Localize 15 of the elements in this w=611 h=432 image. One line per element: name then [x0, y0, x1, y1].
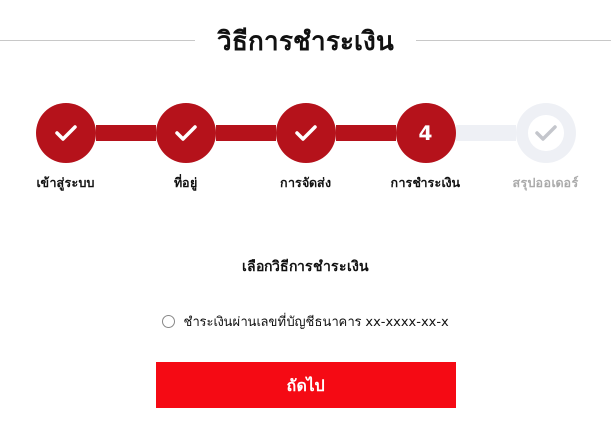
check-icon [54, 125, 76, 141]
section-title: เลือกวิธีการชำระเงิน [242, 258, 369, 277]
check-icon [174, 125, 196, 141]
option-label: ชำระเงินผ่านเลขที่บัญชีธนาคาร xx-xxxx-xx-x [183, 311, 449, 332]
step-label: สรุปออเดอร์ [512, 174, 580, 193]
page-title: วิธีการชำระเงิน [217, 26, 394, 59]
step-label: ที่อยู่ [173, 173, 198, 193]
check-icon [534, 125, 556, 141]
step-circle: 4 [396, 103, 456, 163]
next-button[interactable]: ถัดไป [156, 362, 456, 408]
step-label: การจัดส่ง [279, 174, 332, 192]
radio-button[interactable] [162, 315, 176, 328]
step-label: การชำระเงิน [390, 174, 462, 192]
step-label: เข้าสู่ระบบ [36, 174, 96, 193]
check-icon [294, 125, 316, 141]
